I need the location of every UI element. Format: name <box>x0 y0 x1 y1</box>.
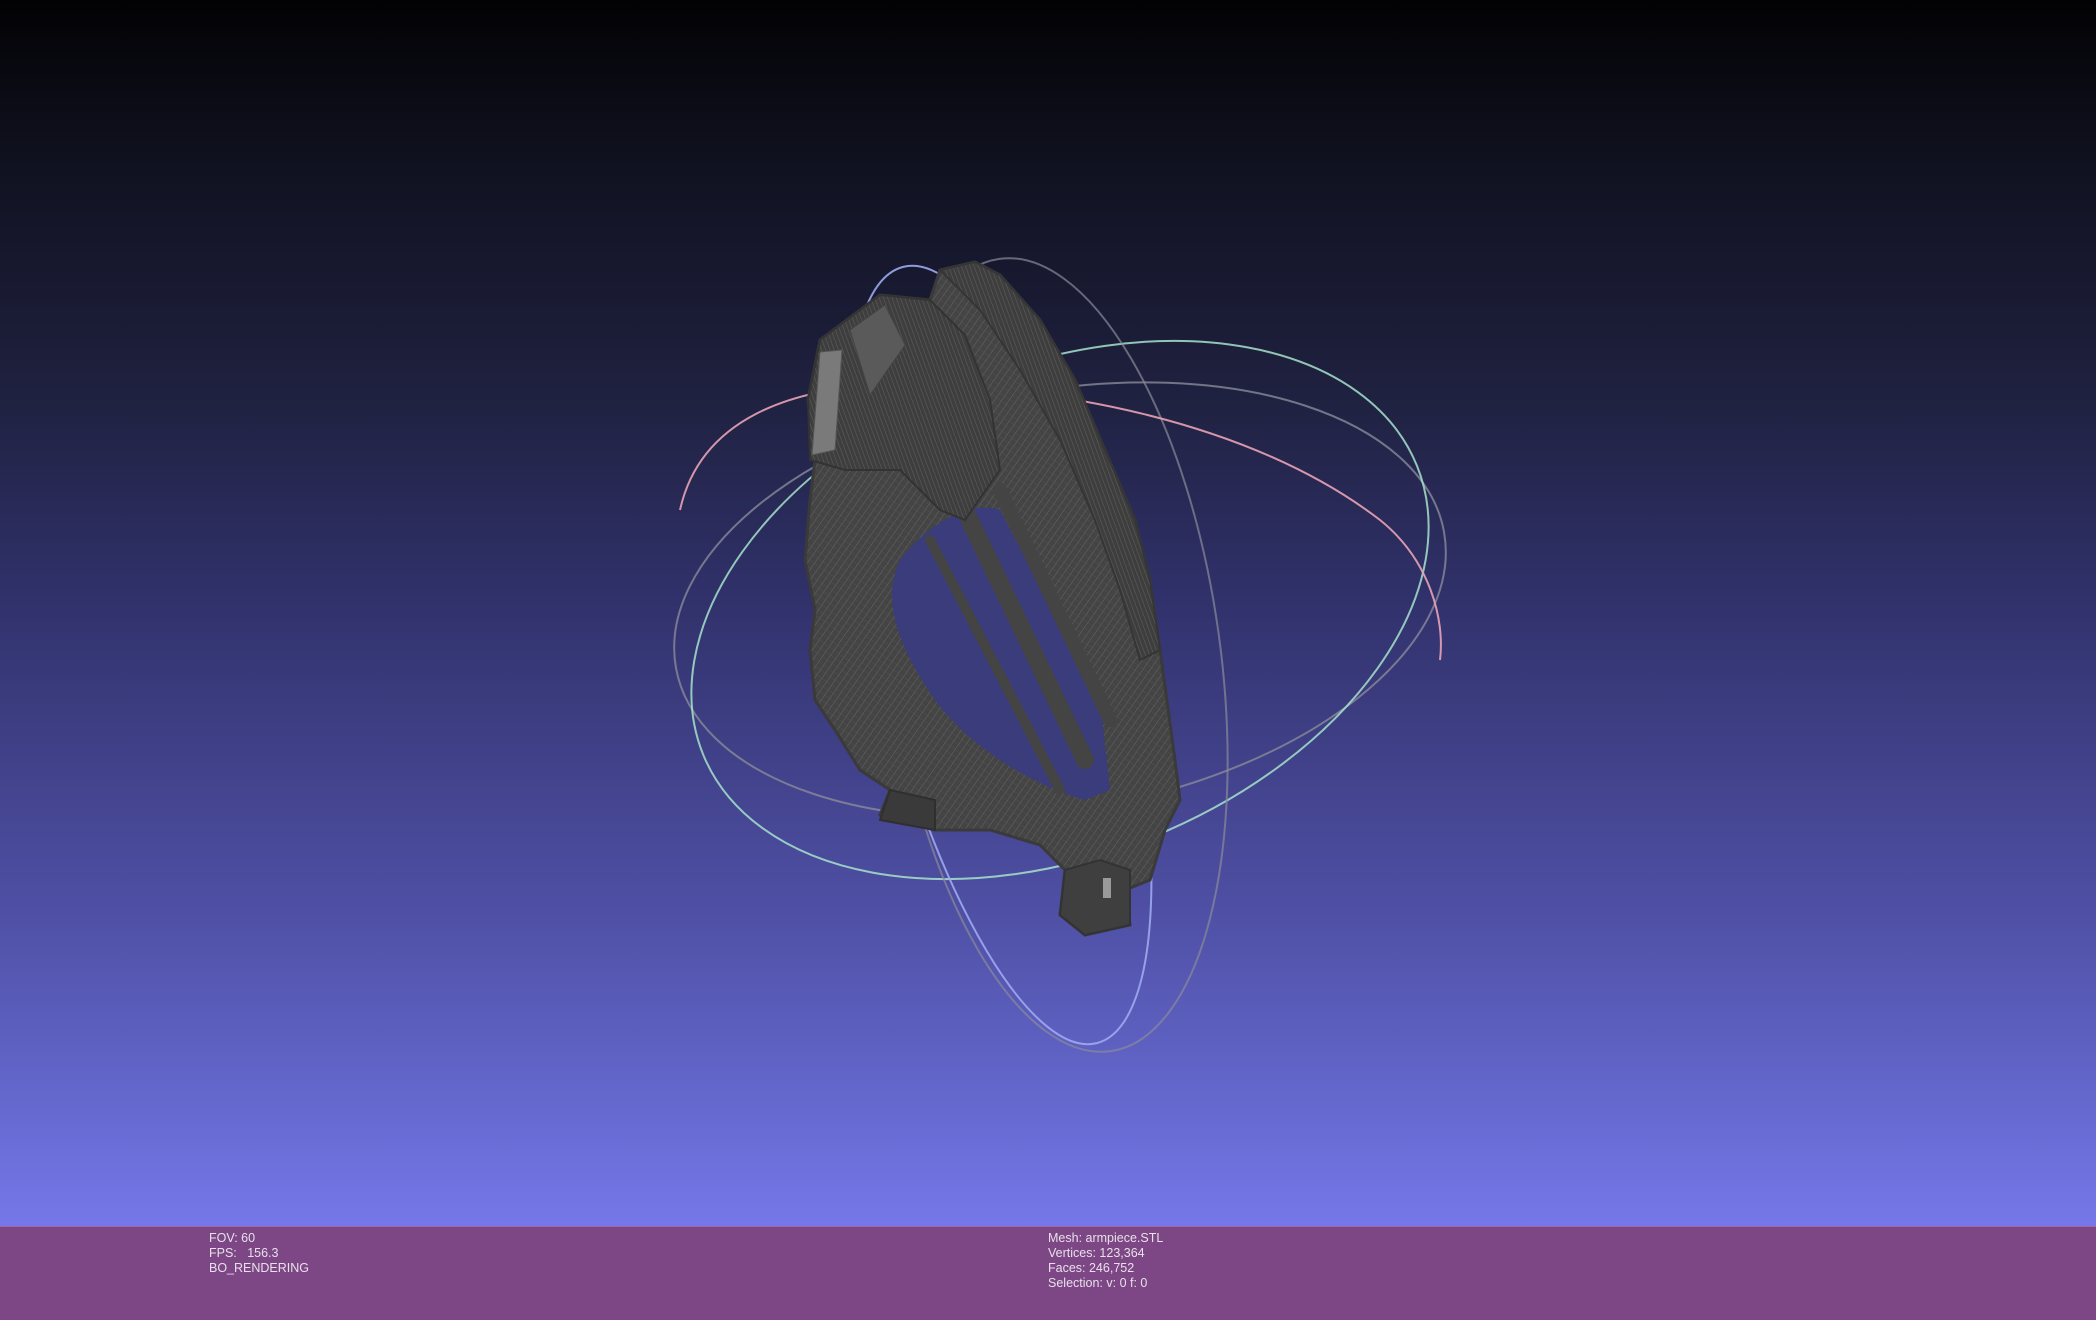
fov-label: FOV: 60 <box>209 1231 256 1245</box>
selection-label: Selection: v: 0 f: 0 <box>1048 1276 1148 1290</box>
mesh-info: Mesh: armpiece.STL Vertices: 123,364 Fac… <box>1048 1231 1163 1291</box>
mesh-armpiece[interactable] <box>803 260 1182 937</box>
mesh-foot-highlight <box>1103 878 1111 898</box>
status-info-bar: FOV: 60 FPS: 156.3 BO_RENDERING Mesh: ar… <box>0 1226 2096 1320</box>
faces-label: Faces: 246,752 <box>1048 1261 1135 1275</box>
mesh-foot <box>1058 858 1131 937</box>
scene-canvas[interactable] <box>0 0 2096 1226</box>
vertices-label: Vertices: 123,364 <box>1048 1246 1145 1260</box>
3d-viewport[interactable]: FOV: 60 FPS: 156.3 BO_RENDERING Mesh: ar… <box>0 0 2096 1320</box>
render-info: FOV: 60 FPS: 156.3 BO_RENDERING <box>209 1231 309 1276</box>
render-mode-label: BO_RENDERING <box>209 1261 310 1275</box>
fps-label: FPS: 156.3 <box>209 1246 279 1260</box>
mesh-name-label: Mesh: armpiece.STL <box>1048 1231 1164 1245</box>
